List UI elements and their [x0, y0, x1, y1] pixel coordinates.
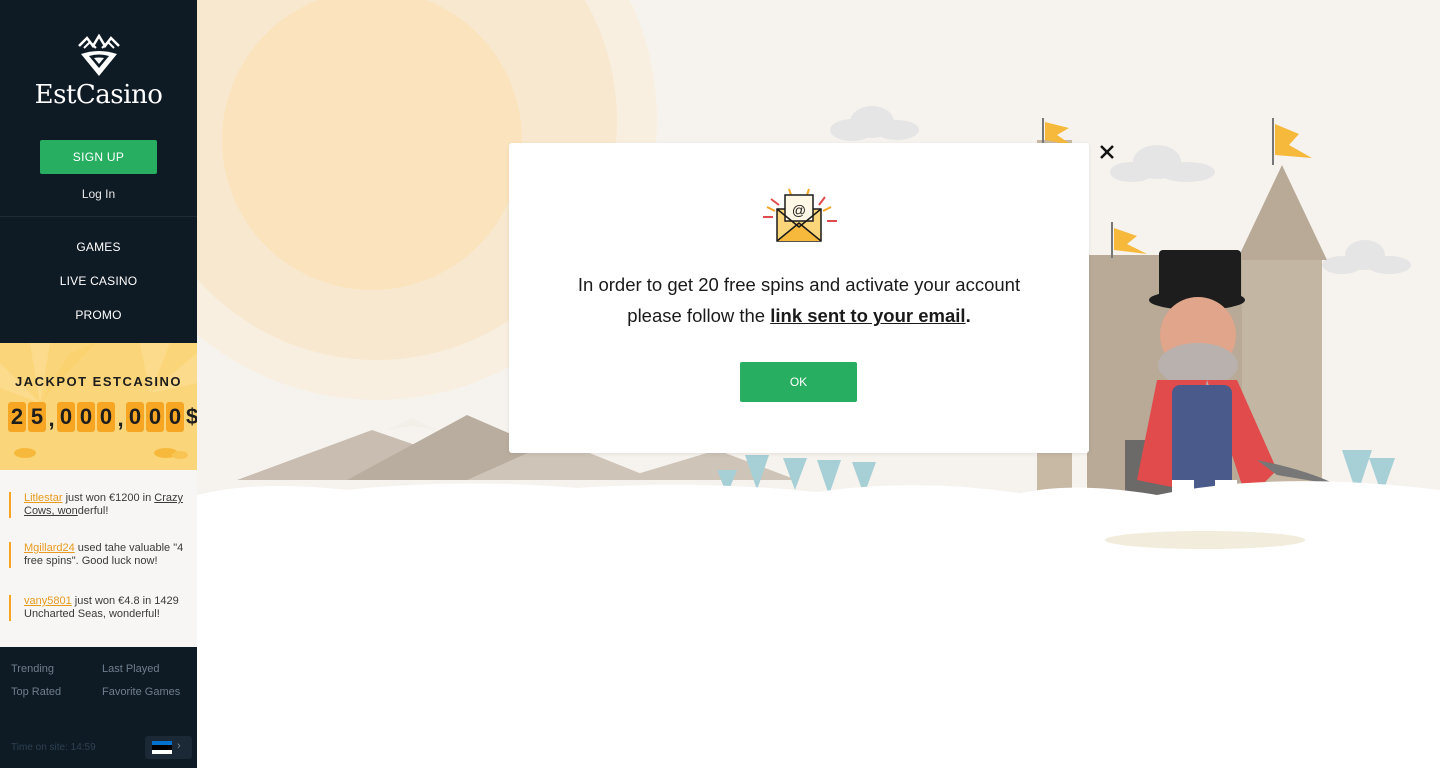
- feed-user-link[interactable]: vany5801: [24, 595, 72, 607]
- feed-user-link[interactable]: Litlestar: [24, 492, 63, 504]
- chevron-right-icon: ›: [177, 740, 181, 752]
- jackpot-amount: 2 5 , 0 0 0 , 0 0 0 $: [8, 402, 197, 436]
- feed-item: Litlestar just won €1200 in Crazy Cows, …: [9, 492, 189, 518]
- ok-button[interactable]: OK: [740, 362, 857, 402]
- svg-text:@: @: [792, 202, 806, 218]
- jackpot-separator: ,: [48, 406, 55, 431]
- language-selector[interactable]: ›: [145, 736, 192, 759]
- feed-text: derful!: [77, 505, 109, 517]
- email-link[interactable]: link sent to your email: [770, 305, 965, 326]
- email-envelope-icon: @: [763, 188, 837, 242]
- jackpot-digit: 5: [28, 402, 46, 432]
- modal-message-prefix: please follow the: [627, 305, 771, 326]
- brand-logo[interactable]: EstCasino: [0, 34, 197, 110]
- feed-item: Mgillard24 used tahe valuable "4 free sp…: [9, 542, 189, 568]
- feed-user-link[interactable]: Mgillard24: [24, 542, 75, 554]
- jackpot-digit: 0: [146, 402, 164, 432]
- jackpot-currency: $: [186, 404, 197, 429]
- jackpot-digit: 2: [8, 402, 26, 432]
- feed-text: just won €1200 in: [62, 492, 155, 504]
- jackpot-title: JACKPOT ESTCASINO: [14, 374, 183, 389]
- footer-link-favorite-games[interactable]: Favorite Games: [102, 686, 180, 698]
- jackpot-separator: ,: [117, 406, 124, 431]
- modal-message-suffix: .: [965, 305, 971, 326]
- signup-button[interactable]: SIGN UP: [40, 140, 157, 174]
- jackpot-digit: 0: [126, 402, 144, 432]
- jackpot-digit: 0: [77, 402, 95, 432]
- winners-feed: Litlestar just won €1200 in Crazy Cows, …: [0, 470, 197, 647]
- time-on-site: Time on site: 14:59: [11, 742, 96, 753]
- email-verification-modal: @ In order to get 20 free spins and acti…: [509, 143, 1089, 453]
- estonia-flag-icon: [152, 741, 172, 754]
- modal-message: In order to get 20 free spins and activa…: [509, 269, 1089, 331]
- feed-item: vany5801 just won €4.8 in 1429 Uncharted…: [9, 595, 189, 621]
- footer-link-last-played[interactable]: Last Played: [102, 663, 159, 675]
- close-icon[interactable]: [1096, 141, 1118, 163]
- jackpot-digit: 0: [166, 402, 184, 432]
- sidebar: EstCasino SIGN UP Log In GAMES LIVE CASI…: [0, 0, 197, 768]
- footer-link-trending[interactable]: Trending: [11, 663, 54, 675]
- nav-item-promo[interactable]: PROMO: [0, 308, 197, 322]
- login-link[interactable]: Log In: [0, 187, 197, 201]
- jackpot-digit: 0: [97, 402, 115, 432]
- modal-message-line2: please follow the link sent to your emai…: [509, 300, 1089, 331]
- nav-item-live-casino[interactable]: LIVE CASINO: [0, 274, 197, 288]
- crown-heart-logo-icon: [77, 34, 120, 76]
- sidebar-divider: [0, 216, 197, 217]
- jackpot-banner[interactable]: JACKPOT ESTCASINO 2 5 , 0 0 0 , 0 0 0 $: [0, 343, 197, 470]
- footer-link-top-rated[interactable]: Top Rated: [11, 686, 61, 698]
- nav-item-games[interactable]: GAMES: [0, 240, 197, 254]
- modal-message-line1: In order to get 20 free spins and activa…: [577, 274, 1021, 295]
- brand-name: EstCasino: [34, 80, 163, 110]
- jackpot-digit: 0: [57, 402, 75, 432]
